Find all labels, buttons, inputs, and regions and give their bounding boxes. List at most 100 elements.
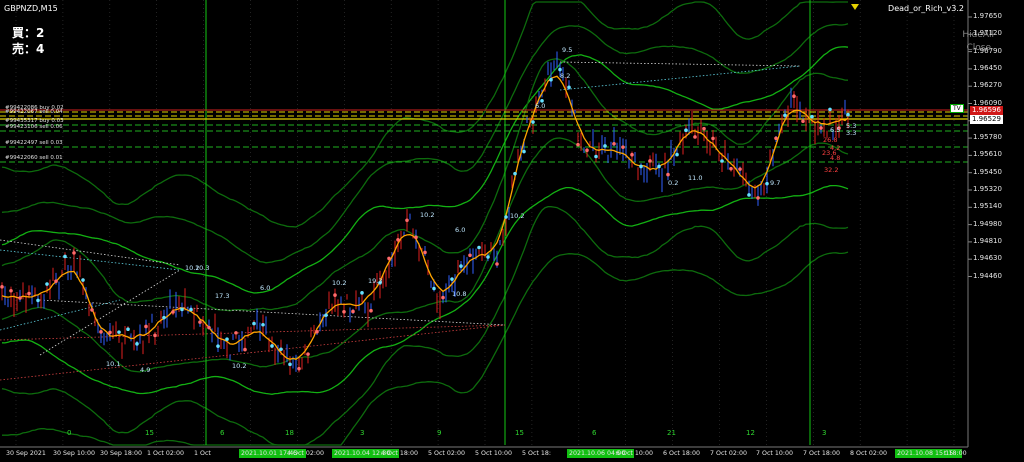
buy-marker	[81, 278, 85, 282]
time-tick-label: 6 Oct 18:00	[663, 450, 701, 457]
sell-marker	[630, 152, 634, 157]
trade-annotation: 9.5	[562, 46, 572, 54]
sell-marker	[621, 145, 625, 149]
buy-marker	[810, 114, 814, 119]
sell-marker	[666, 172, 670, 177]
trade-annotation: 9.7	[770, 179, 780, 187]
trade-annotation: 10.2	[332, 279, 346, 287]
buy-marker	[288, 362, 292, 367]
sell-count-label: 売：4	[12, 42, 45, 56]
buy-marker	[567, 85, 571, 90]
trade-annotation: 5.3	[846, 122, 856, 130]
buy-marker	[432, 286, 436, 291]
buy-marker	[522, 149, 526, 154]
session-counter: 3	[822, 429, 827, 437]
trade-annotation: 0.2	[668, 179, 678, 187]
buy-marker	[324, 313, 328, 317]
time-tick-label: 5 Oct 10:00	[475, 450, 513, 457]
buy-marker	[513, 171, 517, 176]
time-tick-label: 7 Oct 02:00	[710, 450, 748, 457]
sell-marker	[27, 291, 31, 296]
sell-marker	[234, 331, 238, 335]
sell-marker	[468, 253, 472, 258]
buy-marker	[639, 164, 643, 169]
trade-annotation: 6.0	[535, 102, 545, 110]
trade-annotation: 10.2	[232, 362, 246, 370]
sell-marker	[387, 256, 391, 261]
price-tick-label: 1.94980	[973, 219, 1002, 228]
sell-marker	[702, 126, 706, 131]
sell-marker	[153, 333, 157, 338]
buy-marker	[360, 291, 364, 295]
price-tick-label: 1.95320	[973, 185, 1002, 193]
buy-marker	[675, 152, 679, 157]
sell-marker	[369, 308, 373, 313]
trade-annotation: 6.0	[455, 226, 465, 234]
buy-marker	[828, 107, 832, 112]
order-label: #99422060 sell 0.01	[5, 155, 63, 161]
trade-annotation: 23.6	[822, 149, 836, 157]
sell-marker	[243, 347, 247, 352]
sell-marker	[648, 159, 652, 163]
sell-marker	[729, 166, 733, 171]
session-counter: 12	[746, 429, 755, 437]
buy-marker	[477, 245, 481, 250]
sell-marker	[405, 218, 409, 223]
buy-marker	[261, 322, 265, 327]
buy-marker	[783, 113, 787, 118]
sell-marker	[441, 295, 445, 300]
buy-marker	[486, 255, 490, 259]
order-label: #99423106 sell 0.06	[5, 124, 63, 130]
trade-annotation: 8.2	[560, 72, 570, 80]
buy-marker	[531, 120, 535, 124]
chart-canvas[interactable]: 9.5 6.0 0.2 10.2 10.2 6.0 10.8 10.2 6.0 17.3 10.3 1…	[0, 0, 1024, 462]
session-counter: 6	[220, 429, 225, 437]
buy-marker	[279, 347, 283, 352]
time-tick-label: 7 Oct 10:00	[756, 450, 794, 457]
time-tick-label: 5 Oct 18:	[522, 450, 552, 457]
buy-marker	[765, 181, 769, 186]
sell-marker	[585, 148, 589, 153]
time-tick-label: 4 Oct 18:00	[381, 450, 419, 457]
trading-chart-window[interactable]: 9.5 6.0 0.2 10.2 10.2 6.0 10.8 10.2 6.0 17.3 10.3 1…	[0, 0, 1024, 462]
trade-annotation: 6.0	[260, 284, 270, 292]
price-tick-label: 1.94630	[973, 254, 1002, 263]
session-counter: 15	[515, 429, 524, 437]
sell-marker	[819, 126, 823, 130]
price-tick-label: 1.97120	[973, 29, 1002, 38]
buy-marker	[558, 67, 562, 72]
trade-annotation: 10.1	[106, 360, 120, 368]
trade-annotation: 32.2	[824, 166, 838, 174]
sell-marker	[0, 285, 4, 289]
tv-badge[interactable]: TV	[950, 104, 964, 113]
session-counter: 9	[437, 429, 442, 437]
expert-advisor-name: Dead_or_Rich_v3.2	[888, 4, 964, 13]
symbol-timeframe-title: GBPNZD,M15	[4, 4, 58, 13]
buy-marker	[603, 144, 607, 148]
price-tick-label: 1.94810	[973, 236, 1002, 245]
sell-marker	[612, 142, 616, 146]
trade-annotation: 10.2	[420, 211, 434, 219]
buy-marker	[162, 315, 166, 320]
sell-marker	[99, 330, 103, 334]
price-tick-label: 1.96450	[973, 63, 1002, 72]
current-price-tag: 1.96529	[970, 115, 1003, 124]
sell-marker	[144, 324, 148, 329]
sell-marker	[315, 329, 319, 334]
sell-marker	[306, 352, 310, 356]
sell-marker	[342, 309, 346, 314]
trade-annotation: 10.3	[195, 264, 209, 272]
time-tick-label: 30 Sep 2021	[6, 450, 46, 457]
buy-marker	[450, 277, 454, 281]
sell-marker	[18, 296, 22, 300]
session-counter: 6	[592, 429, 597, 437]
time-tick-label: t 18:00	[944, 450, 967, 457]
buy-marker	[846, 112, 850, 117]
buy-marker	[180, 307, 184, 312]
buy-marker	[117, 330, 121, 334]
sell-marker	[801, 119, 805, 124]
time-tick-label: 1 Oct	[194, 450, 211, 457]
buy-marker	[549, 77, 553, 82]
sell-marker	[351, 309, 355, 314]
buy-marker	[504, 215, 508, 219]
